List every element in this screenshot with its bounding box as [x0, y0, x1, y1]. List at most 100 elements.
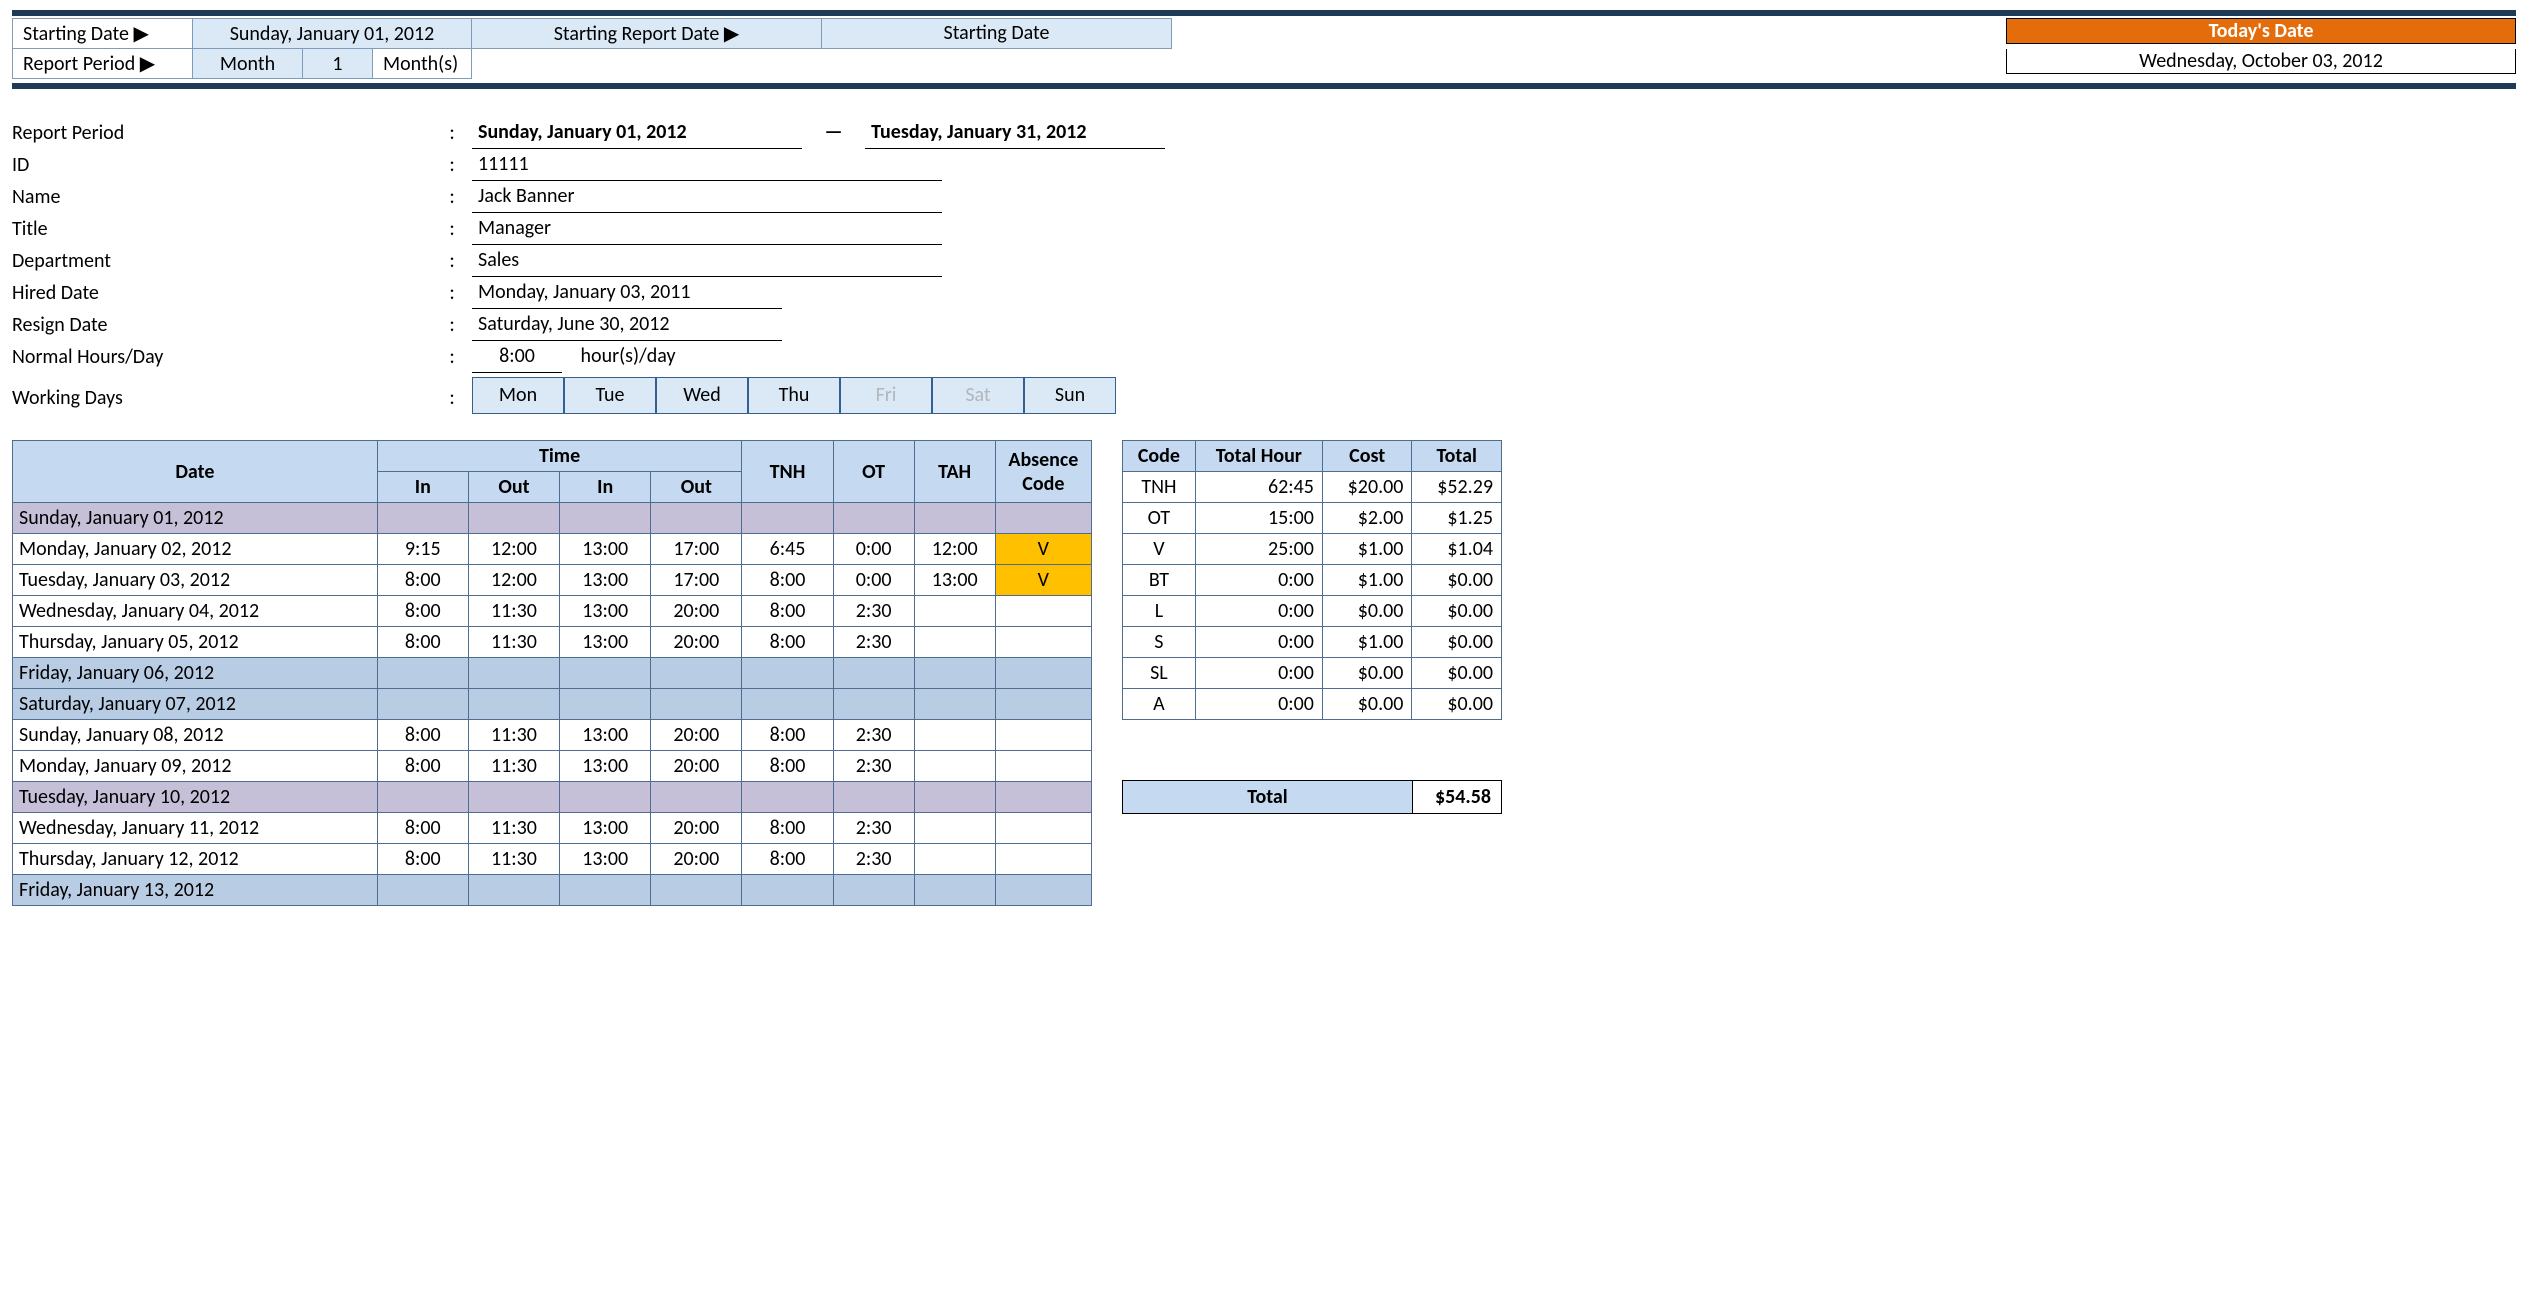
cell-tnh[interactable]	[742, 689, 833, 720]
cell-out1[interactable]: 11:30	[468, 596, 559, 627]
starting-date-value[interactable]: Sunday, January 01, 2012	[193, 19, 471, 48]
cell-ot[interactable]	[833, 503, 914, 534]
cell-tah[interactable]	[914, 689, 995, 720]
cell-in1[interactable]: 8:00	[377, 596, 468, 627]
period-qty[interactable]: 1	[303, 49, 373, 78]
cell-out2[interactable]: 20:00	[651, 751, 742, 782]
cell-tah[interactable]	[914, 627, 995, 658]
cell-ot[interactable]: 2:30	[833, 813, 914, 844]
cell-out2[interactable]: 20:00	[651, 720, 742, 751]
cell-tnh[interactable]	[742, 658, 833, 689]
cell-ot[interactable]	[833, 658, 914, 689]
table-row[interactable]: Thursday, January 05, 2012 8:00 11:3013:00…	[13, 627, 1092, 658]
cell-out1[interactable]: 12:00	[468, 565, 559, 596]
cell-tnh[interactable]: 8:00	[742, 751, 833, 782]
cell-abs[interactable]	[995, 813, 1091, 844]
cell-ot[interactable]: 2:30	[833, 627, 914, 658]
cell-date[interactable]: Thursday, January 05, 2012	[13, 627, 378, 658]
cell-tnh[interactable]: 8:00	[742, 596, 833, 627]
cell-tnh[interactable]: 8:00	[742, 627, 833, 658]
cell-abs[interactable]	[995, 503, 1091, 534]
cell-in1[interactable]	[377, 689, 468, 720]
cell-date[interactable]: Tuesday, January 10, 2012	[13, 782, 378, 813]
table-row[interactable]: Monday, January 02, 20129:1512:0013:0017…	[13, 534, 1092, 565]
cell-out1[interactable]: 11:30	[468, 720, 559, 751]
cell-date[interactable]: Sunday, January 01, 2012	[13, 503, 378, 534]
cell-abs[interactable]	[995, 875, 1091, 906]
cell-out1[interactable]	[468, 503, 559, 534]
cell-tnh[interactable]	[742, 503, 833, 534]
cell-tah[interactable]	[914, 658, 995, 689]
cell-tnh[interactable]: 6:45	[742, 534, 833, 565]
cell-in2[interactable]	[560, 875, 651, 906]
cell-in2[interactable]: 13:00	[560, 534, 651, 565]
cell-date[interactable]: Friday, January 06, 2012	[13, 658, 378, 689]
cell-abs[interactable]	[995, 844, 1091, 875]
starting-report-date-value[interactable]: Starting Date	[822, 19, 1171, 48]
cell-abs[interactable]	[995, 720, 1091, 751]
cell-out1[interactable]	[468, 689, 559, 720]
cell-abs[interactable]: V	[995, 534, 1091, 565]
cell-date[interactable]: Friday, January 13, 2012	[13, 875, 378, 906]
cell-tah[interactable]	[914, 503, 995, 534]
cell-tnh[interactable]: 8:00	[742, 565, 833, 596]
cell-out2[interactable]	[651, 689, 742, 720]
cell-tah[interactable]	[914, 720, 995, 751]
cell-tah[interactable]	[914, 813, 995, 844]
cell-date[interactable]: Sunday, January 08, 2012	[13, 720, 378, 751]
cell-date[interactable]: Thursday, January 12, 2012	[13, 844, 378, 875]
table-row[interactable]: Friday, January 13, 2012	[13, 875, 1092, 906]
cell-in2[interactable]	[560, 503, 651, 534]
cell-ot[interactable]: 0:00	[833, 534, 914, 565]
cell-out2[interactable]: 20:00	[651, 844, 742, 875]
cell-out1[interactable]	[468, 875, 559, 906]
cell-in1[interactable]: 9:15	[377, 534, 468, 565]
cell-tah[interactable]	[914, 751, 995, 782]
cell-in2[interactable]: 13:00	[560, 596, 651, 627]
cell-in2[interactable]: 13:00	[560, 565, 651, 596]
cell-in1[interactable]: 8:00	[377, 844, 468, 875]
cell-in1[interactable]	[377, 782, 468, 813]
table-row[interactable]: Friday, January 06, 2012	[13, 658, 1092, 689]
cell-out2[interactable]: 20:00	[651, 813, 742, 844]
cell-ot[interactable]	[833, 782, 914, 813]
cell-tnh[interactable]	[742, 782, 833, 813]
cell-tah[interactable]	[914, 596, 995, 627]
cell-in2[interactable]	[560, 782, 651, 813]
table-row[interactable]: Thursday, January 12, 20128:0011:3013:00…	[13, 844, 1092, 875]
cell-abs[interactable]: V	[995, 565, 1091, 596]
cell-date[interactable]: Wednesday, January 11, 2012	[13, 813, 378, 844]
cell-in2[interactable]: 13:00	[560, 627, 651, 658]
cell-in2[interactable]: 13:00	[560, 751, 651, 782]
cell-ot[interactable]	[833, 689, 914, 720]
cell-tnh[interactable]: 8:00	[742, 844, 833, 875]
cell-in2[interactable]	[560, 658, 651, 689]
cell-ot[interactable]	[833, 875, 914, 906]
cell-out1[interactable]: 12:00	[468, 534, 559, 565]
cell-abs[interactable]	[995, 627, 1091, 658]
cell-ot[interactable]: 2:30	[833, 720, 914, 751]
cell-date[interactable]: Wednesday, January 04, 2012	[13, 596, 378, 627]
cell-in1[interactable]	[377, 503, 468, 534]
cell-in2[interactable]	[560, 689, 651, 720]
cell-in1[interactable]: 8:00	[377, 751, 468, 782]
period-unit[interactable]: Month	[193, 49, 303, 78]
cell-out1[interactable]: 11:30	[468, 751, 559, 782]
cell-in1[interactable]	[377, 658, 468, 689]
cell-out2[interactable]	[651, 782, 742, 813]
cell-tah[interactable]: 13:00	[914, 565, 995, 596]
cell-out2[interactable]	[651, 658, 742, 689]
cell-out2[interactable]: 20:00	[651, 596, 742, 627]
cell-in1[interactable]: 8:00	[377, 720, 468, 751]
table-row[interactable]: Wednesday, January 11, 20128:0011:3013:0…	[13, 813, 1092, 844]
cell-out1[interactable]: 11:30	[468, 844, 559, 875]
cell-ot[interactable]: 2:30	[833, 844, 914, 875]
cell-date[interactable]: Tuesday, January 03, 2012	[13, 565, 378, 596]
table-row[interactable]: Wednesday, January 04, 20128:0011:3013:0…	[13, 596, 1092, 627]
cell-out2[interactable]	[651, 875, 742, 906]
table-row[interactable]: Saturday, January 07, 2012	[13, 689, 1092, 720]
cell-out1[interactable]: 11:30	[468, 627, 559, 658]
cell-abs[interactable]	[995, 689, 1091, 720]
cell-out2[interactable]	[651, 503, 742, 534]
cell-ot[interactable]: 2:30	[833, 596, 914, 627]
